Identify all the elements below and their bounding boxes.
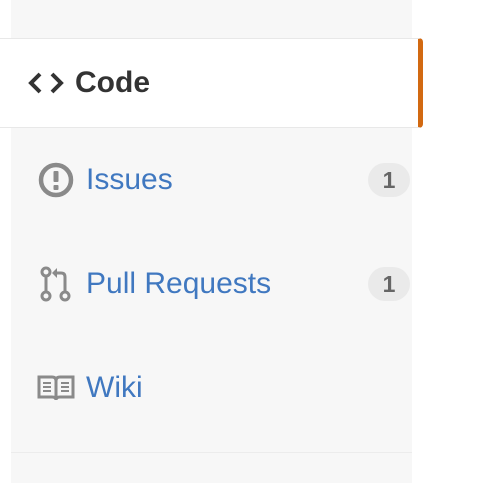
issue-opened-icon: [37, 161, 75, 199]
sidebar-item-code[interactable]: Code: [0, 38, 423, 128]
sidebar-item-issues[interactable]: Issues 1: [11, 128, 412, 232]
issues-count-badge: 1: [368, 163, 410, 197]
sidebar-item-label: Wiki: [86, 371, 143, 404]
sidebar-item-label: Issues: [86, 163, 173, 196]
sidebar-item-pull-requests[interactable]: Pull Requests 1: [11, 232, 412, 336]
git-pull-request-icon: [37, 265, 75, 303]
sidebar-item-label: Pull Requests: [86, 267, 272, 300]
sidebar-item-label: Code: [75, 66, 150, 99]
sidebar-bottom-divider: [11, 452, 412, 483]
pull-requests-count-badge: 1: [368, 267, 410, 301]
book-icon: [37, 369, 75, 407]
sidebar-item-wiki[interactable]: Wiki: [11, 336, 412, 440]
code-icon: [27, 64, 65, 102]
sidebar-top-strip: [11, 0, 412, 38]
